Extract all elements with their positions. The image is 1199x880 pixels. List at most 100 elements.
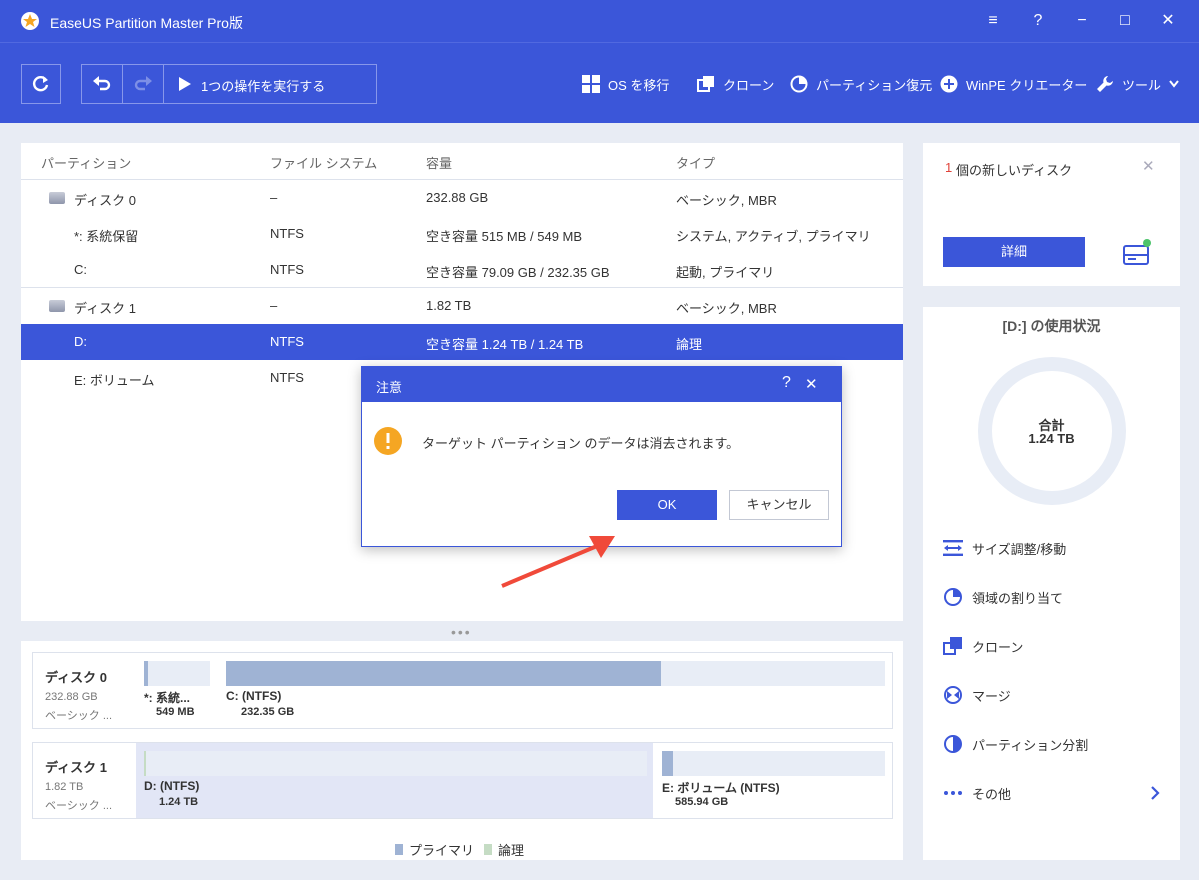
partition-used-fill (662, 751, 673, 776)
usage-panel: [D:] の使用状況 合計 1.24 TB サイズ調整/移動 領域の割り当て ク… (923, 307, 1180, 860)
partition-bar[interactable] (144, 661, 210, 686)
toolbar-migrate-os[interactable]: OS を移行 (582, 73, 669, 95)
action-clone[interactable]: クローン (943, 635, 1023, 657)
partition-size: 585.94 GB (675, 796, 729, 808)
action-resize-move[interactable]: サイズ調整/移動 (943, 537, 1066, 559)
merge-icon (944, 686, 962, 704)
column-header-capacity[interactable]: 容量 (426, 153, 452, 172)
title-bar: EaseUS Partition Master Pro版 ≡ ? − □ ✕ (0, 0, 1199, 42)
wrench-icon (1097, 76, 1113, 92)
table-row[interactable]: *: 系統保留 NTFS 空き容量 515 MB / 549 MB システム, … (21, 216, 903, 252)
toolbar-partition-recovery-label: パーティション復元 (816, 77, 933, 93)
chevron-down-icon (1169, 80, 1179, 88)
row-capacity: 空き容量 515 MB / 549 MB (426, 229, 583, 244)
new-disk-count: 1 (945, 160, 953, 175)
action-split-partition[interactable]: パーティション分割 (943, 733, 1088, 755)
table-row[interactable]: ディスク 1 – 1.82 TB ベーシック, MBR (21, 288, 903, 324)
row-name: E: ボリューム (74, 373, 155, 388)
partition-size: 232.35 GB (241, 706, 295, 718)
refresh-button[interactable] (21, 64, 61, 104)
table-row[interactable]: C: NTFS 空き容量 79.09 GB / 232.35 GB 起動, プラ… (21, 252, 903, 288)
clone-icon (697, 76, 714, 92)
execute-label: 1つの操作を実行する (201, 79, 326, 94)
allocate-icon (944, 588, 962, 606)
disk-card[interactable]: ディスク 1 1.82 TB ベーシック ... D: (NTFS) 1.24 … (32, 742, 893, 819)
close-button[interactable]: ✕ (1157, 10, 1179, 32)
column-header-type[interactable]: タイプ (676, 153, 715, 172)
cancel-button[interactable]: キャンセル (729, 490, 829, 520)
row-type: ベーシック, MBR (676, 301, 777, 316)
maximize-button[interactable]: □ (1114, 10, 1136, 32)
disk-icon (49, 192, 65, 204)
execute-button[interactable]: 1つの操作を実行する (164, 65, 376, 103)
partition-used-fill (144, 661, 148, 686)
row-name: ディスク 0 (74, 193, 136, 208)
row-name: ディスク 1 (74, 301, 136, 316)
minimize-button[interactable]: − (1071, 10, 1093, 32)
usage-title: [D:] の使用状況 (1002, 318, 1101, 334)
row-type: ベーシック, MBR (676, 193, 777, 208)
dialog-close-icon[interactable]: ✕ (805, 375, 818, 393)
menu-icon[interactable]: ≡ (982, 10, 1004, 32)
action-more[interactable]: その他 (943, 782, 1160, 804)
toolbar-tools[interactable]: ツール (1096, 73, 1179, 95)
partition-bar[interactable] (226, 661, 885, 686)
toolbar-clone-label: クローン (723, 77, 775, 93)
partition-bar[interactable] (662, 751, 885, 776)
help-icon[interactable]: ? (1027, 10, 1049, 32)
history-group: 1つの操作を実行する (81, 64, 377, 104)
ok-button[interactable]: OK (617, 490, 717, 520)
row-fs: NTFS (270, 226, 304, 241)
toolbar-clone[interactable]: クローン (697, 73, 774, 95)
close-icon[interactable]: ✕ (1142, 157, 1155, 175)
action-allocate-space[interactable]: 領域の割り当て (943, 586, 1063, 608)
row-capacity: 空き容量 79.09 GB / 232.35 GB (426, 265, 610, 280)
disk-size: 232.88 GB (45, 691, 98, 703)
action-label: マージ (972, 688, 1011, 704)
action-label: クローン (972, 639, 1024, 655)
disk-size: 1.82 TB (45, 781, 84, 793)
splitter-handle[interactable]: ••• (451, 624, 472, 640)
column-header-filesystem[interactable]: ファイル システム (270, 153, 377, 172)
dialog-message: ターゲット パーティション のデータは消去されます。 (422, 436, 740, 451)
dialog-title: 注意 (376, 380, 403, 395)
play-icon (179, 77, 191, 91)
disk-type: ベーシック ... (45, 800, 113, 812)
partition-label: C: (NTFS) (226, 689, 282, 703)
table-row-selected[interactable]: D: NTFS 空き容量 1.24 TB / 1.24 TB 論理 (21, 324, 903, 360)
action-label: その他 (972, 786, 1012, 802)
legend-label: プライマリ (409, 843, 475, 858)
row-fs: – (270, 190, 278, 205)
action-label: 領域の割り当て (972, 590, 1064, 606)
undo-button[interactable] (82, 65, 123, 103)
disk-type: ベーシック ... (45, 710, 113, 722)
dialog-help-icon[interactable]: ? (782, 374, 791, 392)
partition-size: 1.24 TB (159, 796, 199, 808)
partition-bar[interactable] (144, 751, 647, 776)
action-label: サイズ調整/移動 (972, 541, 1067, 557)
action-label: パーティション分割 (972, 737, 1089, 753)
row-capacity: 232.88 GB (426, 190, 489, 205)
redo-icon (134, 76, 152, 91)
details-button[interactable]: 詳細 (943, 237, 1085, 267)
plus-circle-icon (940, 75, 958, 93)
row-capacity: 空き容量 1.24 TB / 1.24 TB (426, 337, 584, 352)
toolbar-partition-recovery[interactable]: パーティション復元 (790, 73, 932, 95)
action-merge[interactable]: マージ (943, 684, 1011, 706)
toolbar-migrate-os-label: OS を移行 (608, 77, 670, 93)
warning-dialog: 注意 ? ✕ ターゲット パーティション のデータは消去されます。 OK キャン… (361, 366, 842, 547)
refresh-icon (32, 75, 49, 92)
disk-name: ディスク 0 (45, 670, 107, 685)
column-header-partition[interactable]: パーティション (41, 153, 131, 172)
more-icon (944, 791, 962, 795)
toolbar-winpe[interactable]: WinPE クリエーター (940, 73, 1087, 95)
legend-label: 論理 (498, 843, 525, 858)
table-row[interactable]: ディスク 0 – 232.88 GB ベーシック, MBR (21, 180, 903, 216)
annotation-arrow (501, 536, 615, 588)
disk-card[interactable]: ディスク 0 232.88 GB ベーシック ... *: 系統... 549 … (32, 652, 893, 729)
disk-name: ディスク 1 (45, 760, 107, 775)
partition-label: D: (NTFS) (144, 779, 200, 793)
row-name: *: 系統保留 (74, 229, 139, 244)
redo-button[interactable] (123, 65, 164, 103)
partition-label: *: 系統... (144, 691, 191, 705)
